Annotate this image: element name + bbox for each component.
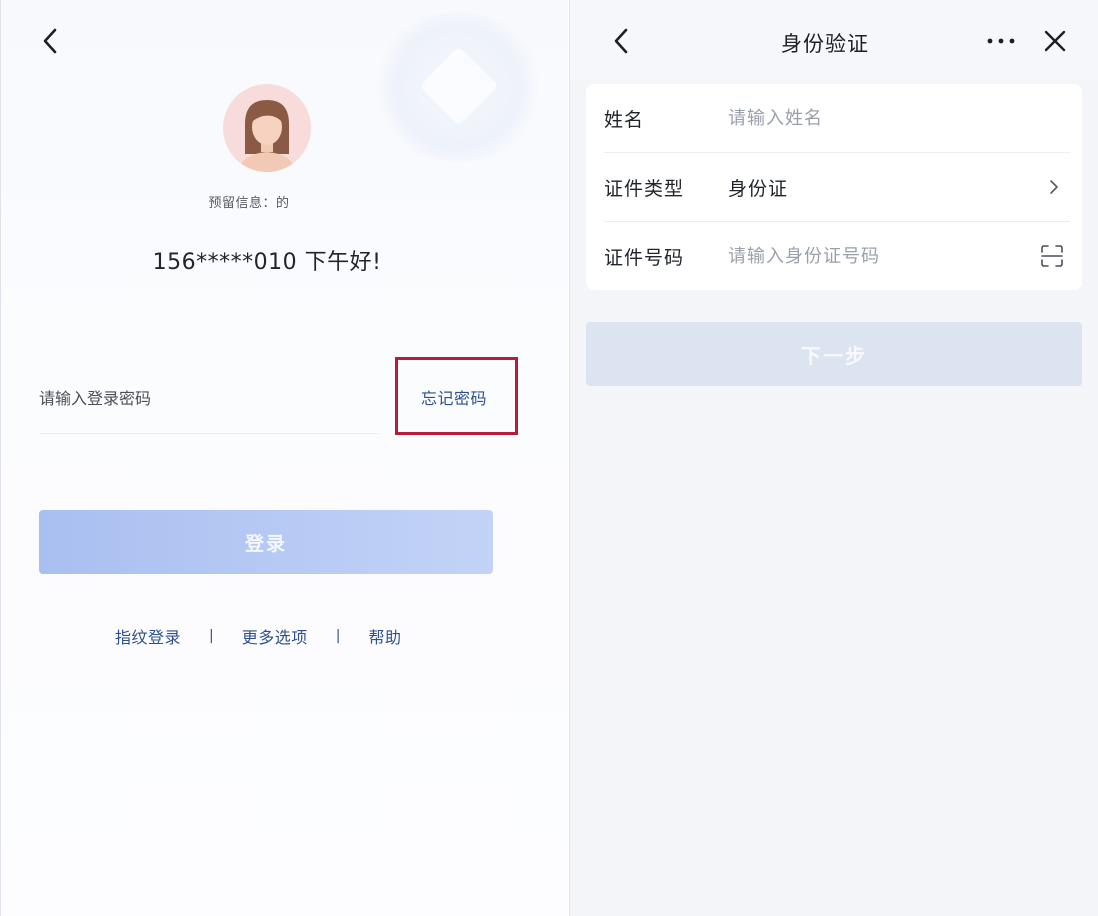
name-input[interactable]: [728, 98, 1028, 138]
link-separator: |: [209, 628, 214, 644]
id-number-label: 证件号码: [604, 246, 685, 269]
reserved-info-text: 预留信息：的: [208, 196, 290, 211]
id-type-select[interactable]: 证件类型 身份证: [586, 153, 1082, 221]
more-dots-icon: [987, 38, 1015, 44]
id-number-row: 证件号码: [586, 222, 1082, 290]
password-input[interactable]: [39, 378, 389, 418]
help-link[interactable]: 帮助: [368, 624, 401, 648]
forgot-password-link[interactable]: 忘记密码: [421, 385, 487, 409]
fingerprint-login-link[interactable]: 指纹登录: [115, 624, 181, 648]
avatar: [223, 84, 311, 172]
more-options-link[interactable]: 更多选项: [242, 624, 308, 648]
identity-form: 姓名 证件类型 身份证 证件号码: [586, 84, 1082, 290]
password-underline: [39, 433, 379, 434]
name-label: 姓名: [604, 108, 645, 131]
bottom-links: 指纹登录 | 更多选项 | 帮助: [115, 624, 401, 648]
next-step-button[interactable]: 下一步: [586, 322, 1082, 386]
id-type-label: 证件类型: [604, 177, 685, 200]
id-number-input[interactable]: [728, 236, 1028, 276]
link-separator: |: [335, 628, 341, 644]
back-button[interactable]: [35, 26, 65, 56]
close-button[interactable]: [1040, 26, 1070, 56]
login-button[interactable]: 登录: [39, 510, 493, 574]
chevron-left-icon: [43, 28, 57, 54]
name-row: 姓名: [586, 84, 1082, 152]
greeting-text: 156*****010 下午好!: [152, 250, 382, 275]
login-screen: 预留信息：的 156*****010 下午好! 忘记密码 登录 指纹登录 | 更…: [0, 0, 568, 916]
chevron-right-icon: [1044, 177, 1064, 197]
female-avatar-icon: [223, 84, 311, 172]
background-watermark: [373, 12, 543, 162]
scan-icon[interactable]: [1038, 242, 1066, 270]
more-button[interactable]: [984, 28, 1018, 54]
identity-verification-screen: 身份验证 姓名 证件类型 身份证: [569, 0, 1098, 916]
id-type-value: 身份证: [728, 177, 789, 200]
close-icon: [1044, 30, 1066, 52]
